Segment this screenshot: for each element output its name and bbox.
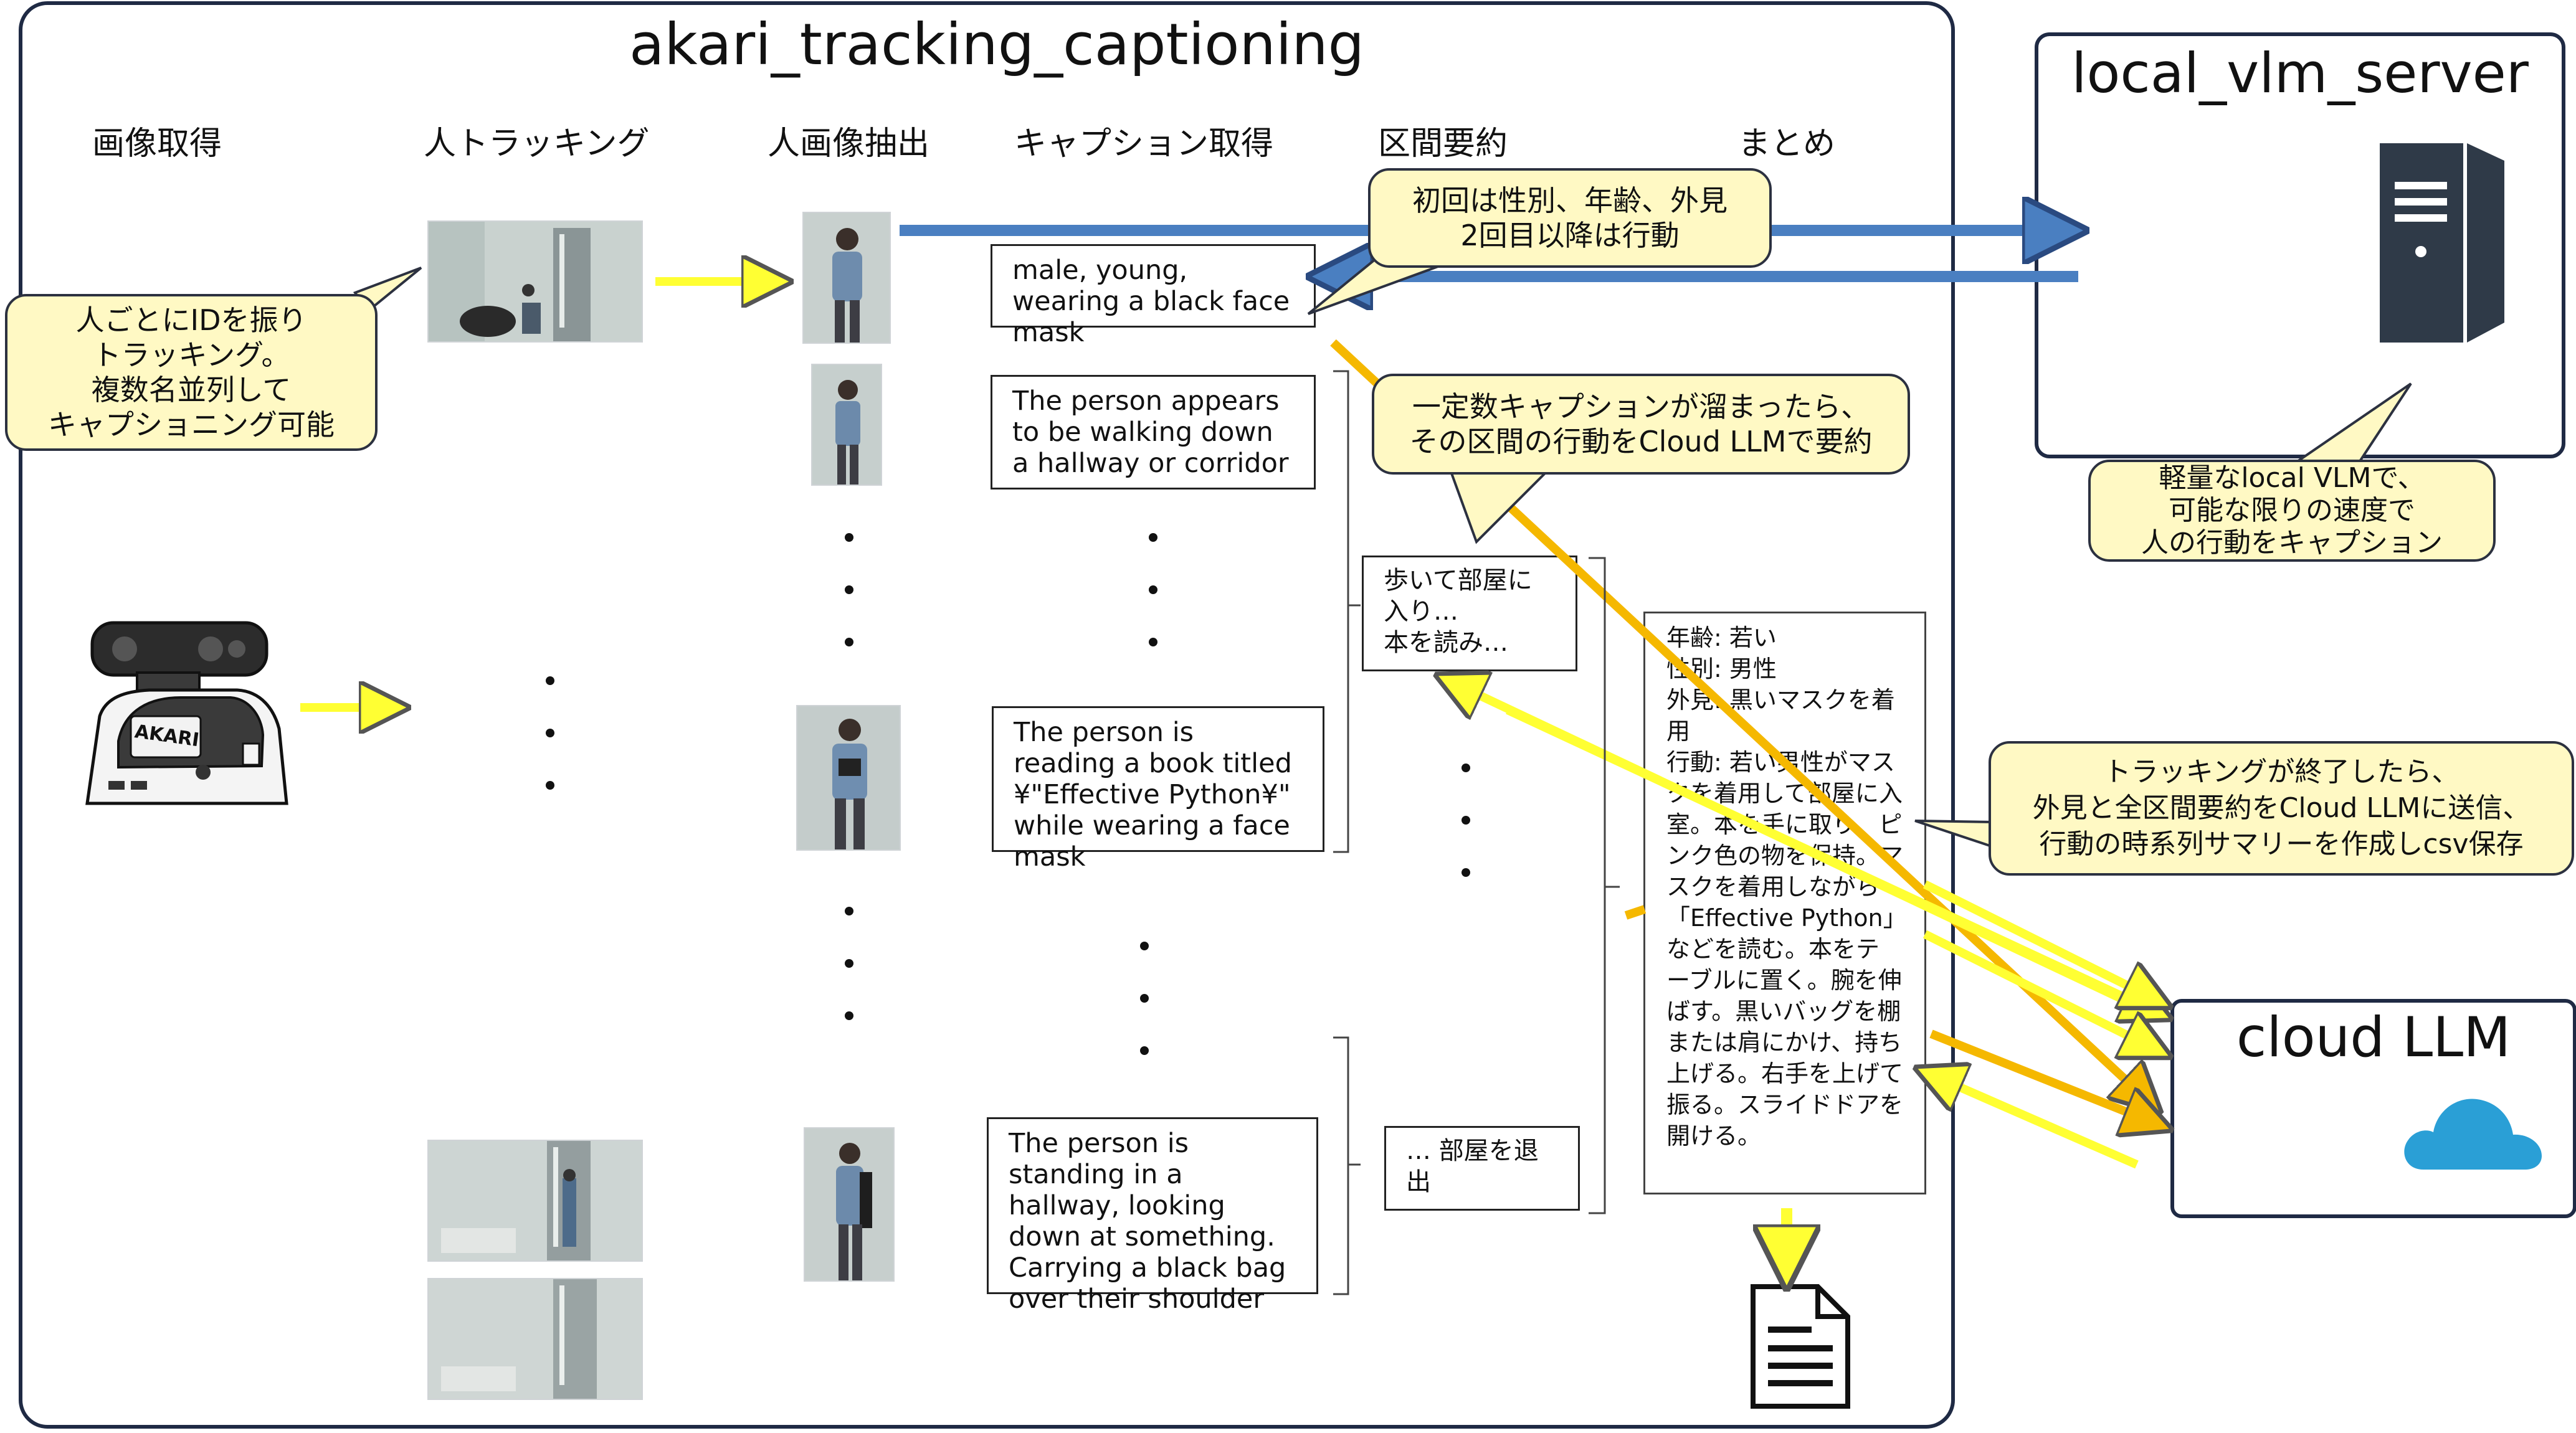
ellipsis-dot: [1140, 942, 1149, 950]
ellipsis-dot: [1149, 585, 1157, 594]
note-tracking-end: トラッキングが終了したら、 外見と全区間要約をCloud LLMに送信、 行動の…: [1989, 741, 2574, 876]
header-caption: キャプション取得: [1014, 125, 1274, 163]
header-person-crop: 人画像抽出: [768, 125, 930, 163]
ellipsis-dot: [546, 676, 554, 685]
header-person-tracking: 人トラッキング: [424, 125, 650, 163]
cloud-llm-title: cloud LLM: [2236, 1005, 2511, 1069]
interval-summary-box: … 部屋を退出: [1384, 1126, 1580, 1211]
local-vlm-server-title: local_vlm_server: [2071, 41, 2529, 105]
server-icon: [2374, 136, 2511, 348]
ellipsis-dot: [1140, 1046, 1149, 1055]
header-summary: まとめ: [1738, 125, 1836, 163]
tracking-frame-photo: [427, 220, 643, 343]
ellipsis-dot: [845, 1011, 853, 1020]
caption-box: The person is reading a book titled ¥"Ef…: [992, 706, 1324, 873]
ellipsis-dot: [1461, 764, 1470, 772]
header-image-capture: 画像取得: [92, 125, 222, 163]
main-title: akari_tracking_captioning: [629, 11, 1365, 78]
ellipsis-dot: [1149, 533, 1157, 542]
note-first-time: 初回は性別、年齢、外見 2回目以降は行動: [1368, 168, 1772, 268]
ellipsis-dot: [845, 533, 853, 542]
ellipsis-dot: [1149, 638, 1157, 646]
ellipsis-dot: [1461, 868, 1470, 877]
interval-summary-box: 歩いて部屋に入り… 本を読み…: [1362, 556, 1577, 671]
ellipsis-dot: [845, 585, 853, 594]
ellipsis-dot: [845, 907, 853, 915]
final-summary-box: 年齢: 若い 性別: 男性 外見: 黒いマスクを着用 行動: 若い男性がマスクを…: [1643, 612, 1926, 1194]
ellipsis-dot: [845, 959, 853, 968]
person-crop-photo: [802, 212, 891, 344]
ellipsis-dot: [546, 781, 554, 790]
tracking-frame-photo: [427, 1278, 643, 1400]
header-interval-summary: 区間要約: [1378, 125, 1508, 163]
person-crop-photo: [796, 705, 901, 851]
arrow-final-to-cloud-3: [1929, 1029, 2149, 1121]
cloud-icon: [2398, 1079, 2545, 1172]
ellipsis-dot: [546, 729, 554, 737]
camera-robot-icon: AKARI: [81, 604, 293, 816]
arrow-final-to-cloud-2: [1922, 930, 2149, 1046]
caption-box: male, young, wearing a black face mask: [991, 244, 1316, 348]
ellipsis-dot: [1140, 994, 1149, 1003]
ellipsis-dot: [1461, 816, 1470, 825]
arrow-final-to-cloud: [1922, 880, 2149, 996]
person-crop-photo: [811, 364, 882, 486]
note-interval: 一定数キャプションが溜まったら、 その区間の行動をCloud LLMで要約: [1372, 374, 1910, 475]
arrow-cloud-to-final: [1937, 1077, 2139, 1169]
note-local-vlm: 軽量なlocal VLMで、 可能な限りの速度で 人の行動をキャプション: [2088, 460, 2496, 562]
ellipsis-dot: [845, 638, 853, 646]
caption-box: The person appears to be walking down a …: [991, 375, 1316, 489]
document-icon: [1749, 1283, 1851, 1410]
caption-box: The person is standing in a hallway, loo…: [987, 1117, 1318, 1315]
note-tracking: 人ごとにIDを振り トラッキング。 複数名並列して キャプショニング可能: [5, 294, 378, 451]
tracking-frame-photo: [427, 1140, 643, 1262]
person-crop-photo: [804, 1127, 895, 1282]
